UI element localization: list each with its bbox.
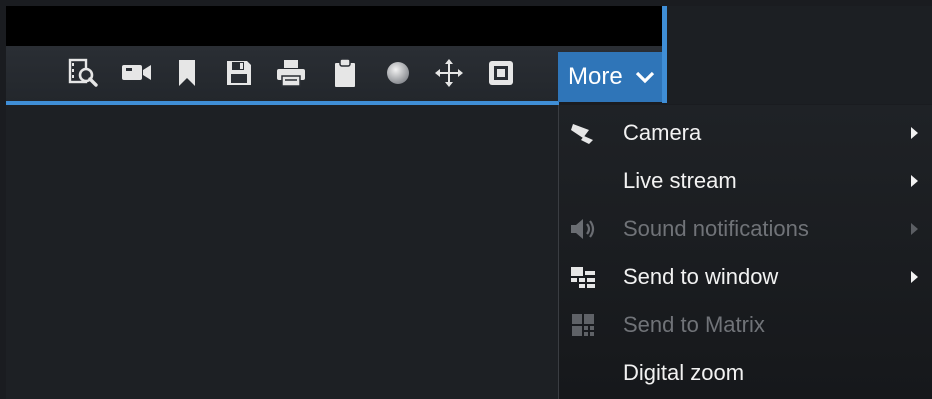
save-icon	[225, 59, 253, 87]
menu-item-send-to-window[interactable]: Send to window	[559, 253, 932, 301]
menu-item-label: Send to Matrix	[623, 312, 765, 337]
send-to-window-icon	[569, 265, 597, 289]
submenu-arrow-icon	[911, 271, 918, 283]
app-window: More Camera Live stream Sound notificati…	[0, 0, 932, 399]
menu-item-live-stream[interactable]: Live stream	[559, 157, 932, 205]
submenu-arrow-icon	[911, 175, 918, 187]
speaker-icon	[569, 217, 597, 241]
menu-item-camera[interactable]: Camera	[559, 109, 932, 157]
view-item[interactable]	[6, 105, 558, 399]
camera-pin-icon	[569, 121, 597, 145]
menu-item-label: Camera	[623, 120, 702, 145]
adjacent-pane	[667, 6, 932, 104]
move-button[interactable]	[432, 56, 466, 90]
more-label: More	[568, 63, 623, 90]
save-button[interactable]	[222, 56, 256, 90]
search-recording-button[interactable]	[67, 56, 101, 90]
menu-item-send-to-matrix: Send to Matrix	[559, 301, 932, 349]
video-pane-top	[6, 6, 662, 46]
menu-item-label: Live stream	[623, 168, 737, 193]
matrix-icon	[569, 313, 597, 337]
clipboard-icon	[333, 58, 357, 88]
more-button[interactable]: More	[558, 52, 662, 102]
search-recording-icon	[68, 58, 100, 88]
move-icon	[434, 58, 464, 88]
camera-icon	[121, 62, 153, 84]
clipboard-button[interactable]	[328, 56, 362, 90]
camera-button[interactable]	[120, 56, 154, 90]
menu-item-label: Digital zoom	[623, 360, 745, 385]
menu-item-label: Send to window	[623, 264, 779, 289]
bookmark-button[interactable]	[170, 56, 204, 90]
more-dropdown-menu: Camera Live stream Sound notifications S…	[558, 105, 932, 399]
chevron-down-icon	[635, 70, 655, 84]
fullscreen-button[interactable]	[484, 56, 518, 90]
print-button[interactable]	[274, 56, 308, 90]
bookmark-icon	[176, 59, 198, 87]
record-icon	[384, 59, 412, 87]
menu-item-digital-zoom[interactable]: Digital zoom	[559, 349, 932, 397]
record-button[interactable]	[381, 56, 415, 90]
fullscreen-icon	[487, 59, 515, 87]
submenu-arrow-icon	[911, 127, 918, 139]
menu-item-label: Sound notifications	[623, 216, 809, 241]
submenu-arrow-icon	[911, 223, 918, 235]
menu-item-sound-notifications: Sound notifications	[559, 205, 932, 253]
print-icon	[276, 59, 306, 87]
